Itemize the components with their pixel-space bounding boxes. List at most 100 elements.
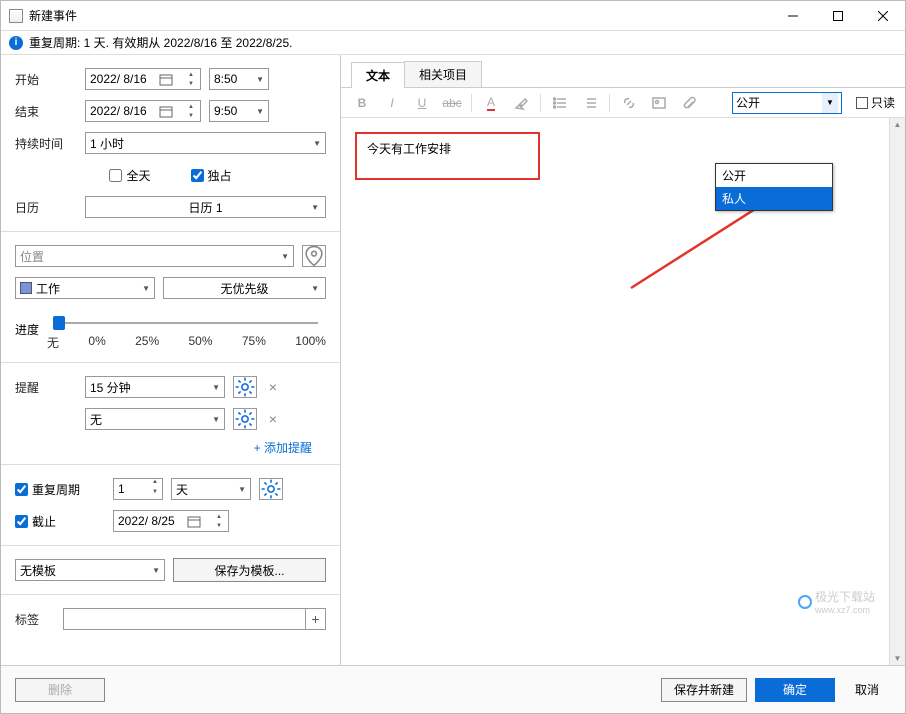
reminder2-settings-button[interactable] <box>233 408 257 430</box>
highlight-button[interactable] <box>510 92 532 114</box>
reminder2-remove-button[interactable]: × <box>265 411 281 427</box>
repeat-unit-select[interactable]: 天▼ <box>171 478 251 500</box>
tag-label: 标签 <box>15 611 55 628</box>
right-panel: 文本 相关项目 B I U abc A 公开 <box>341 55 905 665</box>
ok-button[interactable]: 确定 <box>755 678 835 702</box>
info-text: 重复周期: 1 天. 有效期从 2022/8/16 至 2022/8/25. <box>29 34 292 51</box>
start-time-value: 8:50 <box>214 72 237 86</box>
editor-toolbar: B I U abc A 公开 ▼ 只读 <box>341 88 905 118</box>
footer: 删除 保存并新建 确定 取消 <box>1 665 905 713</box>
add-reminder-link[interactable]: + 添加提醒 <box>15 435 326 456</box>
end-date-spinner[interactable]: ▲▼ <box>186 102 196 120</box>
list-button[interactable] <box>549 92 571 114</box>
reminder1-settings-button[interactable] <box>233 376 257 398</box>
gear-icon <box>260 478 282 500</box>
calendar-icon <box>187 514 201 528</box>
category-select[interactable]: 工作 ▼ <box>15 277 155 299</box>
map-button[interactable] <box>302 245 326 267</box>
editor-area[interactable]: 今天有工作安排 公开 私人 极光下载站 www.xz7.com <box>341 118 889 665</box>
visibility-value: 公开 <box>736 94 760 111</box>
chevron-down-icon: ▼ <box>822 93 838 113</box>
reminder2-select[interactable]: 无▼ <box>85 408 225 430</box>
app-icon <box>9 9 23 23</box>
highlight-icon <box>514 96 528 110</box>
priority-value: 无优先级 <box>220 280 268 297</box>
cancel-button[interactable]: 取消 <box>843 678 891 702</box>
attachment-button[interactable] <box>678 92 700 114</box>
save-and-new-button[interactable]: 保存并新建 <box>661 678 747 702</box>
tab-related[interactable]: 相关项目 <box>404 61 482 87</box>
save-template-button[interactable]: 保存为模板... <box>173 558 326 582</box>
duration-value: 1 小时 <box>90 135 124 152</box>
end-label: 结束 <box>15 103 77 120</box>
map-pin-icon <box>303 245 325 267</box>
add-tag-button[interactable]: + <box>305 609 325 629</box>
reminder1-select[interactable]: 15 分钟▼ <box>85 376 225 398</box>
repeat-checkbox[interactable]: 重复周期 <box>15 481 105 498</box>
link-button[interactable] <box>618 92 640 114</box>
deadline-date-field[interactable]: 2022/ 8/25 ▲▼ <box>113 510 229 532</box>
readonly-checkbox[interactable]: 只读 <box>856 94 895 111</box>
template-select[interactable]: 无模板▼ <box>15 559 165 581</box>
exclusive-checkbox[interactable]: 独占 <box>191 167 232 184</box>
italic-button[interactable]: I <box>381 92 403 114</box>
strike-button[interactable]: abc <box>441 92 463 114</box>
end-date-value: 2022/ 8/16 <box>90 104 147 118</box>
visibility-select[interactable]: 公开 ▼ <box>732 92 842 114</box>
progress-label: 进度 <box>15 321 39 338</box>
reminder1-remove-button[interactable]: × <box>265 379 281 395</box>
end-time-field[interactable]: 9:50▼ <box>209 100 269 122</box>
duration-label: 持续时间 <box>15 135 77 152</box>
duration-select[interactable]: 1 小时▼ <box>85 132 326 154</box>
repeat-settings-button[interactable] <box>259 478 283 500</box>
deadline-checkbox[interactable]: 截止 <box>15 513 105 530</box>
link-icon <box>622 96 636 110</box>
calendar-label: 日历 <box>15 199 77 216</box>
gear-icon <box>234 408 256 430</box>
watermark-logo-icon <box>798 595 812 609</box>
slider-ticks: 无0%25%50%75%100% <box>47 334 326 351</box>
tab-text[interactable]: 文本 <box>351 62 405 88</box>
tag-field[interactable]: + <box>63 608 326 630</box>
image-button[interactable] <box>648 92 670 114</box>
delete-button[interactable]: 删除 <box>15 678 105 702</box>
start-date-spinner[interactable]: ▲▼ <box>186 70 196 88</box>
visibility-option-private[interactable]: 私人 <box>716 187 832 210</box>
bold-button[interactable]: B <box>351 92 373 114</box>
repeat-number[interactable]: 1▲▼ <box>113 478 163 500</box>
deadline-date-spinner[interactable]: ▲▼ <box>214 512 224 530</box>
calendar-icon <box>159 104 173 118</box>
font-color-button[interactable]: A <box>480 92 502 114</box>
end-date-field[interactable]: 2022/ 8/16 ▲▼ <box>85 100 201 122</box>
numbered-list-button[interactable] <box>579 92 601 114</box>
start-date-value: 2022/ 8/16 <box>90 72 147 86</box>
calendar-select[interactable]: 日历 1 ▼ <box>85 196 326 218</box>
calendar-value: 日历 1 <box>188 199 222 216</box>
priority-select[interactable]: 无优先级 ▼ <box>163 277 326 299</box>
category-value: 工作 <box>36 280 60 297</box>
minimize-button[interactable] <box>770 1 815 31</box>
slider-thumb[interactable] <box>53 316 65 330</box>
list-icon <box>553 96 567 110</box>
gear-icon <box>234 376 256 398</box>
content-highlight: 今天有工作安排 <box>355 132 540 180</box>
start-label: 开始 <box>15 71 77 88</box>
info-icon: i <box>9 36 23 50</box>
close-button[interactable] <box>860 1 905 31</box>
visibility-option-public[interactable]: 公开 <box>716 164 832 187</box>
start-date-field[interactable]: 2022/ 8/16 ▲▼ <box>85 68 201 90</box>
info-bar: i 重复周期: 1 天. 有效期从 2022/8/16 至 2022/8/25. <box>1 31 905 55</box>
underline-button[interactable]: U <box>411 92 433 114</box>
allday-checkbox[interactable]: 全天 <box>109 167 150 184</box>
window-titlebar: 新建事件 <box>1 1 905 31</box>
maximize-button[interactable] <box>815 1 860 31</box>
start-time-field[interactable]: 8:50▼ <box>209 68 269 90</box>
tab-row: 文本 相关项目 <box>341 55 905 88</box>
progress-slider[interactable]: 无0%25%50%75%100% <box>47 308 326 351</box>
numbered-list-icon <box>583 96 597 110</box>
location-field[interactable]: 位置▼ <box>15 245 294 267</box>
reminder-label: 提醒 <box>15 379 77 396</box>
visibility-dropdown: 公开 私人 <box>715 163 833 211</box>
paperclip-icon <box>682 96 696 110</box>
vertical-scrollbar[interactable]: ▲▼ <box>889 118 905 665</box>
